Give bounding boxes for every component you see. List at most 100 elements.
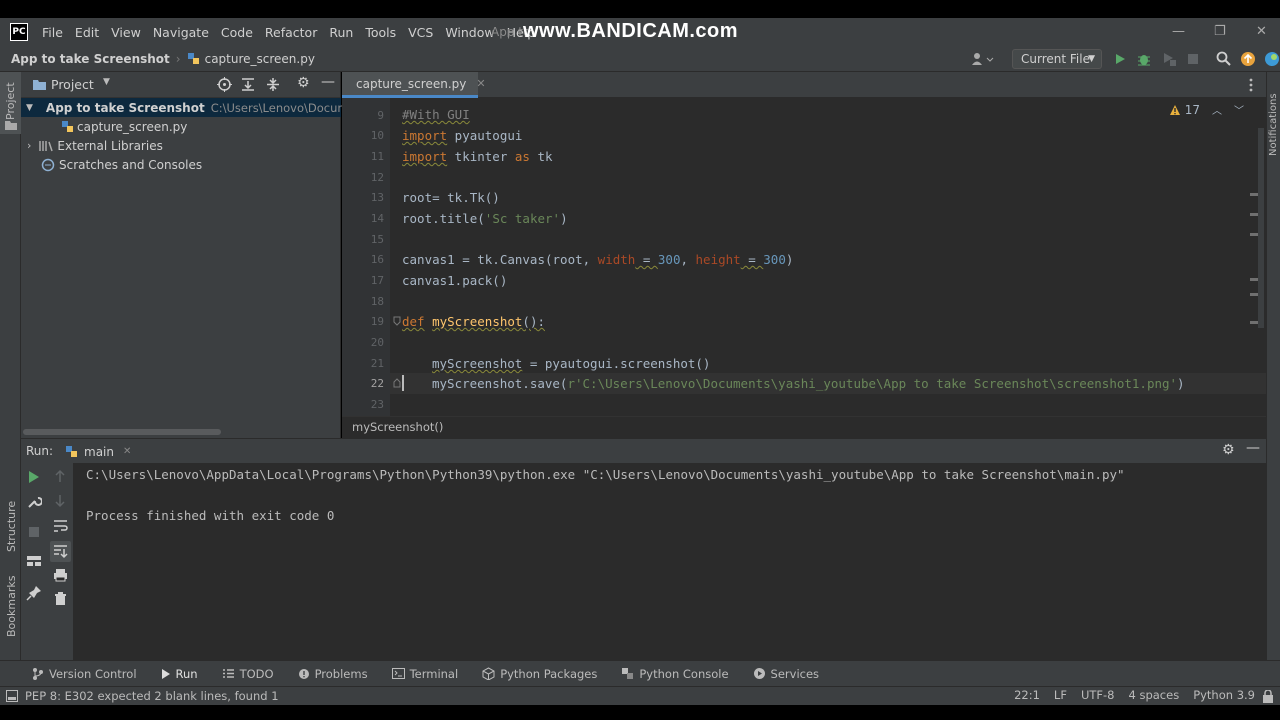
param-name: height: [695, 252, 741, 267]
code-line-11: import tkinter as tk: [402, 149, 553, 164]
inspection-widget[interactable]: 17 ︿ ﹀: [1169, 102, 1244, 117]
tree-item-file[interactable]: capture_screen.py: [61, 117, 187, 136]
fold-marker-icon[interactable]: [393, 316, 401, 326]
user-icon[interactable]: [971, 52, 995, 66]
keyword: import: [402, 128, 448, 143]
tool-label: TODO: [239, 666, 274, 681]
hide-panel-icon[interactable]: —: [321, 74, 335, 90]
python-icon: [622, 668, 634, 679]
project-panel-title[interactable]: Project: [51, 77, 94, 92]
gear-icon[interactable]: ⚙: [1222, 442, 1235, 458]
inspection-count: 17: [1184, 102, 1200, 117]
console-exit-message: Process finished with exit code 0: [86, 508, 335, 523]
trash-icon[interactable]: [54, 591, 67, 606]
tool-terminal[interactable]: Terminal: [390, 661, 461, 687]
gear-icon[interactable]: ⚙: [297, 75, 310, 91]
close-button[interactable]: ✕: [1256, 24, 1267, 39]
run-tab-main[interactable]: main ✕: [65, 439, 131, 464]
toggle-tool-windows-icon[interactable]: [6, 690, 18, 702]
stop-icon[interactable]: [1187, 53, 1199, 65]
tool-version-control[interactable]: Version Control: [30, 661, 139, 687]
layout-icon[interactable]: [26, 554, 42, 568]
line-separator[interactable]: LF: [1054, 688, 1067, 702]
tool-python-console[interactable]: Python Console: [619, 661, 730, 687]
horizontal-scrollbar[interactable]: [23, 429, 221, 435]
code-editor[interactable]: 9 10 11 12 13 14 15 16 17 18 19 20 21 22…: [342, 98, 1266, 416]
pin-icon[interactable]: [26, 585, 42, 601]
chevron-up-icon[interactable]: ︿: [1212, 102, 1222, 117]
expand-all-icon[interactable]: [241, 77, 255, 92]
menu-vcs[interactable]: VCS: [408, 25, 433, 40]
line-number-current: 22: [370, 377, 384, 390]
updates-icon[interactable]: [1240, 51, 1256, 67]
breadcrumb-function[interactable]: myScreenshot(): [352, 420, 443, 434]
python-interpreter[interactable]: Python 3.9: [1193, 688, 1255, 702]
plugin-icon[interactable]: [1264, 51, 1280, 67]
vertical-scrollbar[interactable]: [1258, 128, 1264, 328]
rerun-icon[interactable]: [28, 470, 40, 484]
stop-icon[interactable]: [28, 526, 40, 538]
hide-panel-icon[interactable]: —: [1246, 440, 1260, 456]
tab-capture-screen[interactable]: capture_screen.py ✕: [342, 72, 486, 98]
scroll-to-end-button[interactable]: [50, 541, 71, 562]
print-icon[interactable]: [53, 568, 68, 582]
chevron-down-icon[interactable]: ▼: [103, 77, 110, 87]
menu-navigate[interactable]: Navigate: [153, 25, 209, 40]
soft-wrap-icon[interactable]: [53, 519, 68, 533]
restore-button[interactable]: ❐: [1214, 24, 1226, 39]
menu-tools[interactable]: Tools: [365, 25, 396, 40]
minimize-button[interactable]: —: [1172, 24, 1185, 39]
breadcrumb-file[interactable]: capture_screen.py: [187, 52, 315, 66]
line-number: 14: [370, 212, 384, 225]
chevron-down-icon[interactable]: ﹀: [1234, 102, 1244, 117]
breadcrumb-project[interactable]: App to take Screenshot: [11, 52, 170, 66]
code-text: =: [635, 252, 658, 267]
tree-item-scratches[interactable]: Scratches and Consoles: [41, 155, 202, 174]
file-encoding[interactable]: UTF-8: [1081, 688, 1115, 702]
status-bar: PEP 8: E302 expected 2 blank lines, foun…: [0, 686, 1280, 705]
target-icon[interactable]: [217, 77, 232, 92]
run-console[interactable]: C:\Users\Lenovo\AppData\Local\Programs\P…: [74, 463, 1266, 660]
more-icon[interactable]: [1244, 78, 1258, 92]
menu-window[interactable]: Window: [445, 25, 494, 40]
caret-position[interactable]: 22:1: [1014, 688, 1040, 702]
bookmarks-stripe-label[interactable]: Bookmarks: [5, 576, 18, 637]
tool-python-packages[interactable]: Python Packages: [480, 661, 599, 687]
menu-file[interactable]: File: [42, 25, 63, 40]
bandicam-watermark: www.BANDICAM.com: [523, 20, 739, 42]
line-number: 15: [370, 233, 384, 246]
status-message[interactable]: PEP 8: E302 expected 2 blank lines, foun…: [25, 689, 279, 703]
close-tab-icon[interactable]: ✕: [123, 446, 131, 457]
wrench-icon[interactable]: [26, 494, 42, 510]
arrow-up-icon[interactable]: [54, 469, 66, 483]
tree-item-external-libraries[interactable]: › External Libraries: [21, 136, 163, 155]
arrow-down-icon[interactable]: [54, 494, 66, 508]
tool-problems[interactable]: Problems: [296, 661, 370, 687]
coverage-icon[interactable]: [1161, 51, 1177, 67]
run-tab-label: main: [84, 444, 114, 459]
run-icon[interactable]: [1113, 52, 1127, 66]
tree-item-project-root[interactable]: ▼ App to take Screenshot C:\Users\Lenovo…: [21, 98, 384, 117]
code-line-21: myScreenshot = pyautogui.screenshot(): [432, 356, 710, 371]
menu-refactor[interactable]: Refactor: [265, 25, 317, 40]
menu-run[interactable]: Run: [329, 25, 353, 40]
menu-code[interactable]: Code: [221, 25, 253, 40]
tool-run[interactable]: Run: [159, 661, 200, 687]
search-icon[interactable]: [1216, 51, 1231, 66]
param-name: width: [597, 252, 636, 267]
collapse-all-icon[interactable]: [266, 77, 280, 92]
close-tab-icon[interactable]: ✕: [476, 77, 485, 90]
fold-marker-icon[interactable]: [393, 378, 401, 388]
string: r'C:\Users\Lenovo\Documents\yashi_youtub…: [567, 376, 1178, 391]
tool-todo[interactable]: TODO: [220, 661, 276, 687]
notifications-stripe-label[interactable]: Notifications: [1268, 93, 1279, 156]
indent-setting[interactable]: 4 spaces: [1128, 688, 1179, 702]
project-tool-button[interactable]: Project: [0, 72, 21, 134]
menu-edit[interactable]: Edit: [75, 25, 99, 40]
structure-stripe-label[interactable]: Structure: [5, 501, 18, 552]
debug-icon[interactable]: [1137, 51, 1151, 67]
menu-view[interactable]: View: [111, 25, 141, 40]
run-configuration-dropdown[interactable]: Current File ▼: [1012, 49, 1102, 69]
tool-services[interactable]: Services: [751, 661, 822, 687]
lock-icon[interactable]: [1262, 690, 1274, 703]
